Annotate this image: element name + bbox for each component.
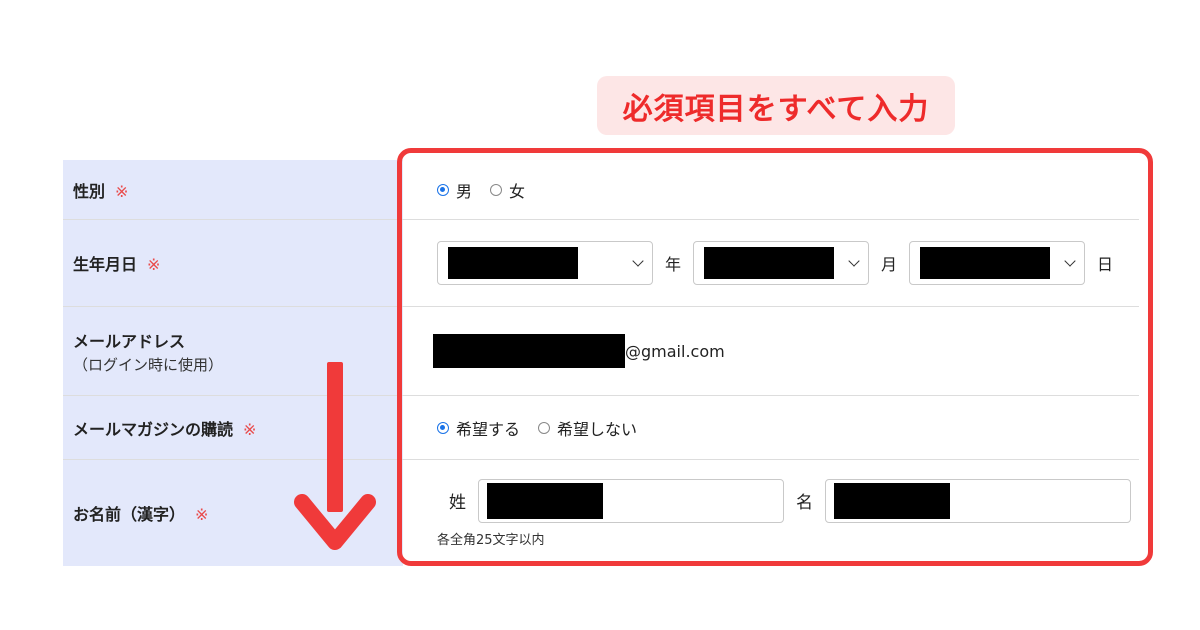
gender-value-cell: 男 女 (419, 160, 1139, 219)
first-name-input[interactable] (825, 478, 1131, 523)
newsletter-option-label: 希望しない (557, 419, 638, 439)
registration-form: 性別 ※ 男 女 生年月日 ※ 年 月 日 メールアドレス （ログイン時に使用）… (63, 160, 1139, 566)
chevron-down-icon (848, 255, 860, 267)
last-name-input[interactable] (478, 478, 784, 523)
radio-button-icon[interactable] (490, 183, 503, 196)
email-local-part-redacted[interactable] (433, 334, 625, 368)
birthday-label-cell: 生年月日 ※ (63, 220, 403, 306)
birthday-value-cell: 年 月 日 (419, 220, 1139, 306)
birthday-label: 生年月日 (73, 255, 138, 274)
month-unit: 月 (881, 255, 898, 274)
radio-button-icon[interactable] (437, 183, 449, 196)
newsletter-label: メールマガジンの購読 (73, 419, 234, 439)
radio-button-icon[interactable] (538, 421, 551, 434)
newsletter-radio-group: 希望する 希望しない (437, 416, 655, 440)
required-mark: ※ (243, 419, 257, 439)
redacted-value (487, 482, 603, 519)
name-kanji-value-cell: 姓 名 各全角25文字以内 (419, 460, 1139, 566)
first-name-label: 名 (796, 493, 813, 513)
redacted-value (448, 247, 578, 279)
required-mark: ※ (147, 255, 161, 274)
name-kanji-label: お名前（漢字） (73, 505, 186, 524)
name-length-note: 各全角25文字以内 (437, 532, 545, 548)
newsletter-option-label: 希望する (456, 419, 521, 439)
radio-button-icon[interactable] (437, 421, 449, 434)
gender-label-cell: 性別 ※ (63, 160, 403, 219)
gender-label: 性別 (73, 181, 106, 201)
gender-option-male[interactable]: 男 (437, 178, 472, 202)
callout-text: 必須項目をすべて入力 (622, 91, 930, 127)
last-name-label: 姓 (449, 493, 466, 513)
redacted-value (834, 482, 950, 519)
email-value-cell: @gmail.com (419, 307, 1139, 395)
redacted-value (920, 247, 1051, 279)
gender-radio-group: 男 女 (437, 178, 543, 202)
gender-option-label: 女 (509, 181, 526, 201)
email-row: メールアドレス （ログイン時に使用） @gmail.com (63, 307, 1139, 396)
name-inputs: 姓 名 (449, 478, 1131, 523)
year-unit: 年 (665, 255, 682, 274)
arrow-down-icon (294, 362, 376, 550)
newsletter-option-yes[interactable]: 希望する (437, 416, 520, 440)
required-mark: ※ (195, 505, 209, 524)
gender-option-label: 男 (456, 181, 473, 201)
name-kanji-row: お名前（漢字） ※ 姓 名 各全角25文字以内 (63, 460, 1139, 566)
newsletter-row: メールマガジンの購読 ※ 希望する 希望しない (63, 396, 1139, 460)
birth-month-select[interactable] (693, 241, 870, 285)
birth-day-select[interactable] (909, 241, 1086, 285)
required-fields-callout: 必須項目をすべて入力 (597, 76, 955, 135)
newsletter-value-cell: 希望する 希望しない (419, 396, 1139, 459)
gender-row: 性別 ※ 男 女 (63, 160, 1139, 220)
day-unit: 日 (1097, 255, 1114, 274)
gender-option-female[interactable]: 女 (490, 178, 525, 202)
required-mark: ※ (115, 181, 129, 201)
birth-year-select[interactable] (437, 241, 653, 285)
email-label: メールアドレス (73, 331, 186, 351)
chevron-down-icon (632, 255, 644, 267)
birthday-row: 生年月日 ※ 年 月 日 (63, 220, 1139, 307)
newsletter-option-no[interactable]: 希望しない (538, 416, 637, 440)
email-domain: @gmail.com (625, 341, 725, 361)
redacted-value (704, 247, 835, 279)
chevron-down-icon (1064, 255, 1076, 267)
